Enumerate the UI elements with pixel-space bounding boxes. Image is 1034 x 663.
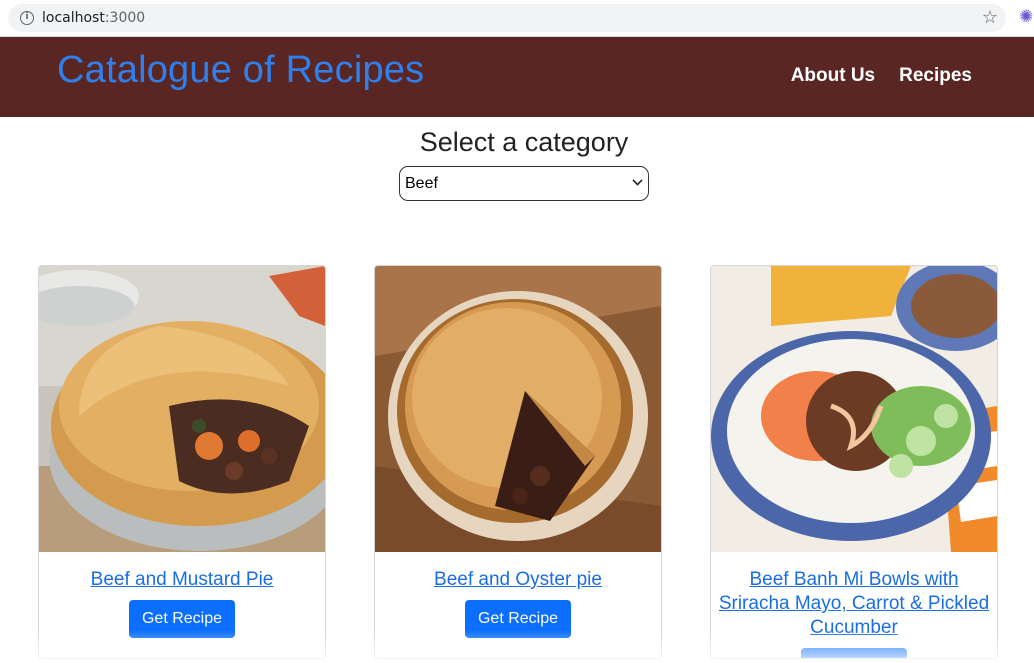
category-select[interactable]: Beef — [399, 166, 649, 201]
bookmark-star-icon[interactable]: ☆ — [982, 7, 998, 28]
main-nav: About Us Recipes — [791, 65, 972, 87]
site-header: Catalogue of Recipes About Us Recipes — [0, 37, 1034, 117]
get-recipe-button[interactable]: Get Recipe — [465, 600, 571, 638]
category-heading: Select a category — [419, 127, 629, 157]
recipe-title-link[interactable]: Beef Banh Mi Bowls with Sriracha Mayo, C… — [717, 568, 991, 640]
url-text[interactable]: localhost:3000 — [42, 10, 145, 26]
extension-icon[interactable]: ✺ — [1019, 8, 1034, 26]
chevron-down-icon — [632, 175, 643, 186]
address-bar[interactable]: i localhost:3000 ☆ — [8, 4, 1006, 32]
category-select-value: Beef — [405, 175, 438, 192]
get-recipe-button[interactable]: Get Recipe — [801, 648, 907, 658]
get-recipe-button[interactable]: Get Recipe — [129, 600, 235, 638]
recipe-card: Beef Banh Mi Bowls with Sriracha Mayo, C… — [710, 265, 998, 659]
recipe-image — [711, 266, 997, 552]
recipe-title-link[interactable]: Beef and Mustard Pie — [45, 568, 319, 592]
recipe-title-link[interactable]: Beef and Oyster pie — [381, 568, 655, 592]
info-icon[interactable]: i — [20, 11, 34, 25]
recipe-image — [375, 266, 661, 552]
recipe-card: Beef and Oyster pie Get Recipe — [374, 265, 662, 659]
browser-toolbar: i localhost:3000 ☆ ✺ — [0, 0, 1034, 37]
url-port: :3000 — [104, 10, 146, 26]
nav-about-us[interactable]: About Us — [791, 65, 875, 87]
recipe-image — [39, 266, 325, 552]
nav-recipes[interactable]: Recipes — [899, 65, 972, 87]
site-brand[interactable]: Catalogue of Recipes — [57, 49, 424, 92]
recipe-card: Beef and Mustard Pie Get Recipe — [38, 265, 326, 659]
url-host: localhost — [42, 10, 105, 26]
